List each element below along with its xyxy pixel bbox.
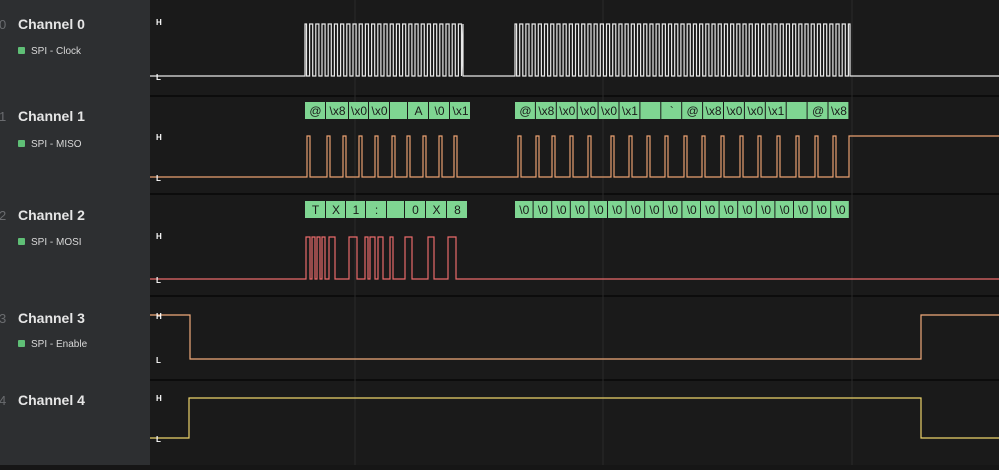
miso-decode-text: \x0 [351, 104, 367, 118]
analyzer-dot-icon [18, 139, 25, 147]
miso-decode-text: \x0 [747, 104, 763, 118]
channel-name: Channel 3 [18, 310, 85, 326]
channel-index: 3 [0, 311, 7, 326]
level-low-label: L [156, 174, 161, 183]
channel-index: 2 [0, 208, 7, 223]
channel-name: Channel 4 [18, 392, 85, 408]
level-high-label: H [156, 133, 162, 142]
level-low-label: L [156, 73, 161, 82]
mosi-decode-text: \0 [761, 203, 771, 217]
miso-decode-text: \x8 [538, 104, 554, 118]
mosi-decode-text: \0 [780, 203, 790, 217]
mosi-decode-text: 0 [412, 203, 419, 217]
level-high-label: H [156, 232, 162, 241]
mosi-decode-text: \0 [687, 203, 697, 217]
channel-index: 4 [0, 393, 7, 408]
mosi-decode-text: X [332, 203, 340, 217]
miso-decode-text: @ [309, 104, 321, 118]
channel-sidebar: 0 Channel 0 SPI - Clock 1 Channel 1 SPI … [0, 0, 150, 465]
waveform-canvas: @ \x8 \x0 \x0 A \0 \x1 @ \x8 \x0 \x0 \x0 \x1 ` @ \x8 \x0… [150, 0, 999, 465]
mosi-decode-text: \0 [742, 203, 752, 217]
miso-decode-text: ` [670, 104, 674, 118]
mosi-decode-text: \0 [668, 203, 678, 217]
analyzer-label: SPI - Enable [18, 339, 87, 350]
mosi-decode-text: \0 [835, 203, 845, 217]
miso-decode-text: \0 [434, 104, 444, 118]
mosi-decode-text: \0 [594, 203, 604, 217]
mosi-decode-text: X [432, 203, 440, 217]
mosi-decode-text: \0 [705, 203, 715, 217]
miso-decode-text: \x1 [768, 104, 784, 118]
mosi-decode-text: \0 [649, 203, 659, 217]
miso-decode-text: @ [687, 104, 699, 118]
miso-decode-text: \x0 [559, 104, 575, 118]
mosi-decode-text: \0 [798, 203, 808, 217]
mosi-decode-text: 8 [454, 203, 461, 217]
miso-decode-box [390, 102, 407, 119]
mosi-decode-text: 1 [353, 203, 360, 217]
miso-decode-text: A [414, 104, 422, 118]
mosi-decode-text: \0 [724, 203, 734, 217]
mosi-decode-text: : [375, 203, 378, 217]
channel-name: Channel 0 [18, 16, 85, 32]
analyzer-label: SPI - MOSI [18, 237, 82, 248]
channel-3-label[interactable]: 3 Channel 3 SPI - Enable [0, 296, 150, 380]
level-high-label: H [156, 18, 162, 27]
miso-decode-box [640, 102, 661, 119]
miso-decode-box [786, 102, 807, 119]
miso-decode-text: \x1 [622, 104, 638, 118]
miso-decode-text: \x1 [452, 104, 468, 118]
miso-decode-text: \x8 [329, 104, 345, 118]
waveform-plot[interactable]: @ \x8 \x0 \x0 A \0 \x1 @ \x8 \x0 \x0 \x0 \x1 ` @ \x8 \x0… [150, 0, 999, 465]
lane-background [150, 296, 999, 380]
channel-2-label[interactable]: 2 Channel 2 SPI - MOSI [0, 194, 150, 296]
lane-background [150, 380, 999, 465]
channel-0-label[interactable]: 0 Channel 0 SPI - Clock [0, 0, 150, 96]
analyzer-dot-icon [18, 46, 25, 54]
miso-decode-text: @ [812, 104, 824, 118]
mosi-decode-text: T [312, 203, 320, 217]
mosi-decode-text: \0 [556, 203, 566, 217]
miso-decode-text: \x0 [601, 104, 617, 118]
analyzer-label: SPI - Clock [18, 46, 81, 57]
miso-decode-text: \x0 [371, 104, 387, 118]
channel-4-label[interactable]: 4 Channel 4 [0, 380, 150, 465]
channel-name: Channel 1 [18, 108, 85, 124]
mosi-decode-text: \0 [519, 203, 529, 217]
mosi-decode-text: \0 [631, 203, 641, 217]
level-high-label: H [156, 312, 162, 321]
level-low-label: L [156, 276, 161, 285]
lane-background [150, 0, 999, 96]
mosi-decode-text: \0 [575, 203, 585, 217]
channel-name: Channel 2 [18, 207, 85, 223]
channel-index: 0 [0, 17, 7, 32]
analyzer-dot-icon [18, 237, 25, 245]
miso-decode-text: @ [519, 104, 531, 118]
miso-decode-text: \x8 [706, 104, 722, 118]
miso-decode-text: \x0 [580, 104, 596, 118]
level-low-label: L [156, 435, 161, 444]
level-low-label: L [156, 356, 161, 365]
level-high-label: H [156, 394, 162, 403]
channel-index: 1 [0, 109, 7, 124]
mosi-decode-text: \0 [538, 203, 548, 217]
analyzer-label: SPI - MISO [18, 139, 82, 150]
channel-1-label[interactable]: 1 Channel 1 SPI - MISO [0, 96, 150, 194]
mosi-decode-text: \0 [612, 203, 622, 217]
miso-decode-text: \x0 [726, 104, 742, 118]
miso-decode-text: \x8 [831, 104, 847, 118]
analyzer-dot-icon [18, 339, 25, 347]
mosi-decode-box [387, 201, 404, 218]
mosi-decode-text: \0 [817, 203, 827, 217]
